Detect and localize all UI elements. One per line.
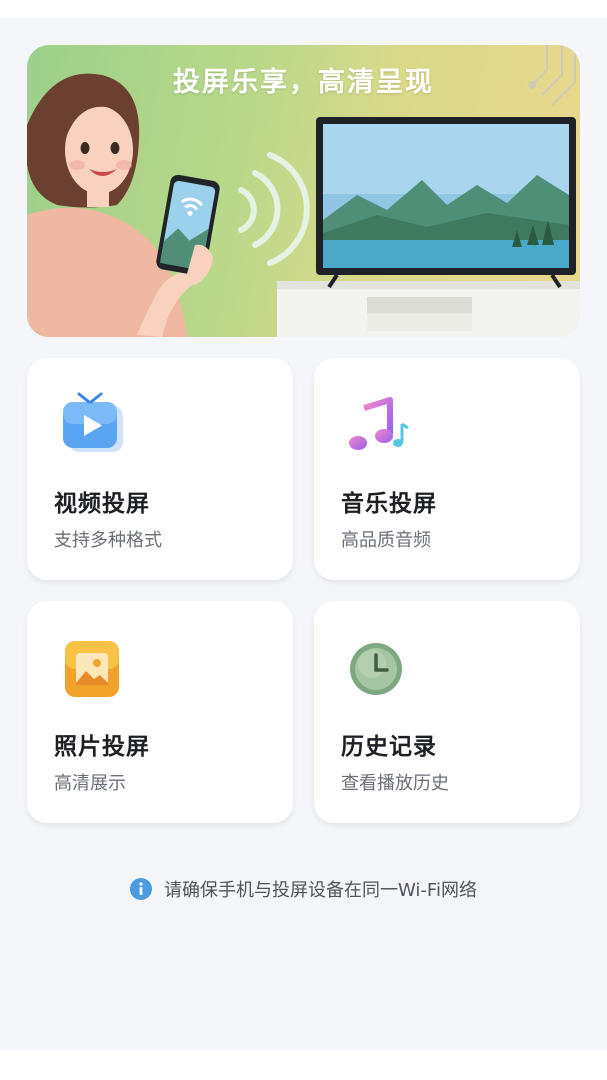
photo-icon: [65, 641, 119, 697]
video-cast-card[interactable]: 视频投屏 支持多种格式: [27, 358, 293, 580]
music-cast-card[interactable]: 音乐投屏 高品质音频: [314, 358, 580, 580]
notice-text: 请确保手机与投屏设备在同一Wi-Fi网络: [164, 880, 477, 901]
info-icon: [130, 878, 153, 900]
tv-play-icon: [63, 392, 123, 452]
history-card[interactable]: 历史记录 查看播放历史: [314, 601, 580, 823]
card-title: 照片投屏: [54, 734, 150, 760]
card-title: 历史记录: [341, 734, 437, 760]
hero-banner[interactable]: 投屏乐享，高清呈现: [27, 45, 580, 337]
music-note-icon: [349, 397, 409, 450]
card-title: 音乐投屏: [341, 491, 437, 517]
card-subtitle: 支持多种格式: [54, 530, 162, 551]
card-subtitle: 高品质音频: [341, 530, 431, 551]
status-bar: [0, 0, 607, 18]
card-title: 视频投屏: [54, 491, 150, 517]
clock-icon: [350, 643, 402, 695]
card-subtitle: 高清展示: [54, 773, 126, 794]
card-subtitle: 查看播放历史: [341, 773, 449, 794]
bottom-bar: [0, 1050, 607, 1080]
banner-title: 投屏乐享，高清呈现: [173, 67, 434, 98]
wifi-notice: 请确保手机与投屏设备在同一Wi-Fi网络: [0, 876, 607, 902]
photo-cast-card[interactable]: 照片投屏 高清展示: [27, 601, 293, 823]
